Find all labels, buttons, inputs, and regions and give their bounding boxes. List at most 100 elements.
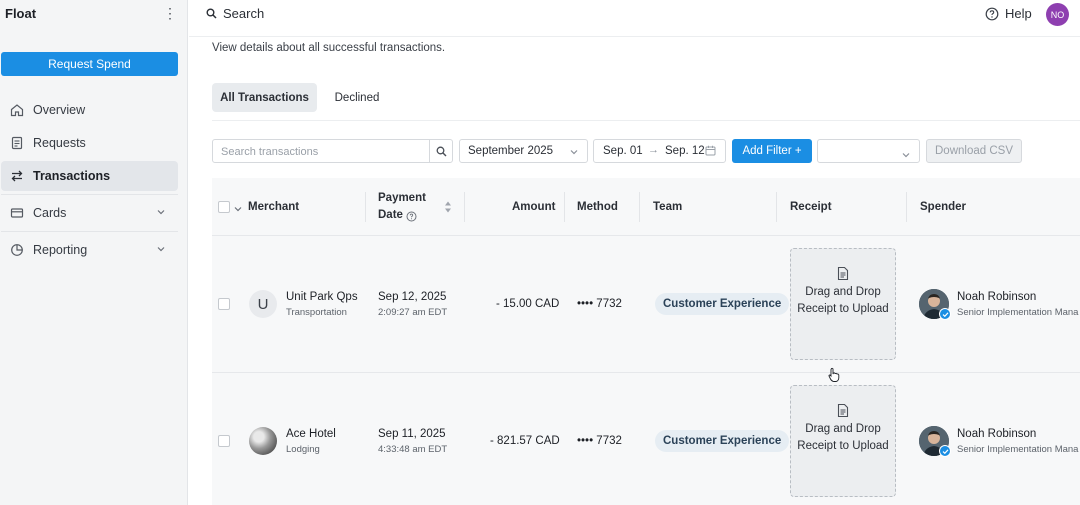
chevron-down-icon: [569, 147, 579, 160]
user-avatar[interactable]: NO: [1046, 3, 1069, 26]
payment-method: •••• 7732: [577, 298, 622, 310]
column-merchant[interactable]: Merchant: [248, 201, 299, 213]
search-icon: [206, 8, 217, 19]
payment-date: Sep 11, 2025: [378, 428, 446, 440]
merchant-name: Ace Hotel: [286, 428, 336, 440]
amount: - 15.00 CAD: [496, 298, 560, 310]
amount: - 821.57 CAD: [490, 435, 560, 447]
search-button[interactable]: [429, 140, 452, 162]
document-icon: [9, 135, 25, 151]
help-label: Help: [1005, 6, 1032, 21]
sidebar-item-label: Cards: [33, 206, 67, 220]
merchant-name: Unit Park Qps: [286, 291, 358, 303]
download-csv-button[interactable]: Download CSV: [926, 139, 1022, 163]
chevron-down-icon[interactable]: [156, 243, 166, 257]
table-header: Merchant Payment Date Amount Method Team…: [212, 178, 1080, 236]
merchant-category: Lodging: [286, 444, 320, 455]
global-search-label: Search: [223, 6, 265, 21]
tab-all-transactions[interactable]: All Transactions: [212, 83, 317, 112]
receipt-icon: [836, 266, 850, 286]
sidebar-item-label: Transactions: [33, 169, 111, 183]
help-icon: [985, 7, 999, 20]
sidebar-item-label: Requests: [33, 136, 86, 150]
add-filter-button[interactable]: Add Filter +: [732, 139, 812, 163]
info-icon[interactable]: [406, 209, 417, 227]
column-separator: [365, 192, 366, 222]
column-payment-date-line2[interactable]: Date: [378, 209, 403, 221]
chevron-down-icon: [901, 147, 911, 165]
column-separator: [776, 192, 777, 222]
sidebar-divider: [1, 231, 178, 232]
date-to: Sep. 12: [665, 145, 705, 157]
hand-pointer-icon: [827, 367, 841, 388]
section-divider: [212, 120, 1080, 121]
receipt-dropzone-text: Drag and Drop Receipt to Upload: [797, 423, 889, 452]
sidebar-item-transactions[interactable]: Transactions: [1, 161, 178, 191]
column-separator: [639, 192, 640, 222]
sort-icon[interactable]: [444, 200, 452, 219]
column-spender[interactable]: Spender: [920, 201, 966, 213]
request-spend-button[interactable]: Request Spend: [1, 52, 178, 76]
verified-icon: [939, 308, 951, 320]
spender-name: Noah Robinson: [957, 428, 1037, 440]
date-from: Sep. 01: [603, 145, 643, 157]
receipt-icon: [836, 403, 850, 423]
column-payment-date-line1[interactable]: Payment: [378, 192, 426, 204]
spender-title: Senior Implementation Mana: [957, 444, 1079, 455]
help-button[interactable]: Help: [985, 6, 1032, 21]
payment-time: 4:33:48 am EDT: [378, 444, 448, 455]
row-checkbox[interactable]: [218, 298, 230, 310]
transaction-search-input[interactable]: [221, 144, 426, 159]
sidebar-item-overview[interactable]: Overview: [1, 95, 178, 125]
sidebar-item-reporting[interactable]: Reporting: [1, 235, 178, 265]
column-separator: [906, 192, 907, 222]
column-team[interactable]: Team: [653, 201, 682, 213]
chevron-down-icon[interactable]: [156, 206, 166, 220]
chevron-down-icon[interactable]: [233, 201, 243, 219]
table-row[interactable]: Ace Hotel Lodging Sep 11, 2025 4:33:48 a…: [212, 373, 1080, 505]
spender-title: Senior Implementation Mana: [957, 307, 1079, 318]
search-icon: [436, 146, 446, 156]
transactions-table: Merchant Payment Date Amount Method Team…: [212, 178, 1080, 505]
sidebar: Float ⋮ Request Spend Overview Requests …: [0, 0, 188, 505]
global-search[interactable]: Search: [206, 6, 264, 21]
team-badge: Customer Experience: [655, 293, 790, 315]
calendar-icon: [705, 145, 716, 159]
table-row[interactable]: U Unit Park Qps Transportation Sep 12, 2…: [212, 236, 1080, 373]
payment-time: 2:09:27 am EDT: [378, 307, 448, 318]
filter-select[interactable]: [817, 139, 920, 163]
sidebar-item-label: Reporting: [33, 243, 88, 257]
card-icon: [9, 205, 25, 221]
receipt-dropzone[interactable]: Drag and Drop Receipt to Upload: [790, 385, 896, 497]
column-separator: [464, 192, 465, 222]
month-select-value: September 2025: [468, 145, 554, 157]
column-amount[interactable]: Amount: [512, 201, 555, 213]
transfer-icon: [9, 168, 25, 184]
team-badge: Customer Experience: [655, 430, 790, 452]
more-options-icon[interactable]: ⋮: [163, 5, 177, 22]
spender-name: Noah Robinson: [957, 291, 1037, 303]
tab-declined[interactable]: Declined: [325, 83, 389, 112]
sidebar-item-cards[interactable]: Cards: [1, 198, 178, 228]
merchant-category: Transportation: [286, 307, 347, 318]
column-receipt[interactable]: Receipt: [790, 201, 832, 213]
sidebar-item-requests[interactable]: Requests: [1, 128, 178, 158]
merchant-logo: [249, 427, 277, 455]
payment-date: Sep 12, 2025: [378, 291, 447, 303]
verified-icon: [939, 445, 951, 457]
transaction-search: [212, 139, 453, 163]
column-separator: [564, 192, 565, 222]
home-icon: [9, 102, 25, 118]
receipt-dropzone[interactable]: Drag and Drop Receipt to Upload: [790, 248, 896, 360]
date-range-picker[interactable]: Sep. 01 → Sep. 12: [593, 139, 726, 163]
sidebar-item-label: Overview: [33, 103, 86, 117]
pie-chart-icon: [9, 242, 25, 258]
month-select[interactable]: September 2025: [459, 139, 588, 163]
select-all-checkbox[interactable]: [218, 201, 230, 213]
arrow-right-icon: →: [648, 144, 659, 156]
row-checkbox[interactable]: [218, 435, 230, 447]
column-method[interactable]: Method: [577, 201, 618, 213]
payment-method: •••• 7732: [577, 435, 622, 447]
receipt-dropzone-text: Drag and Drop Receipt to Upload: [797, 286, 889, 315]
sidebar-divider: [1, 194, 178, 195]
